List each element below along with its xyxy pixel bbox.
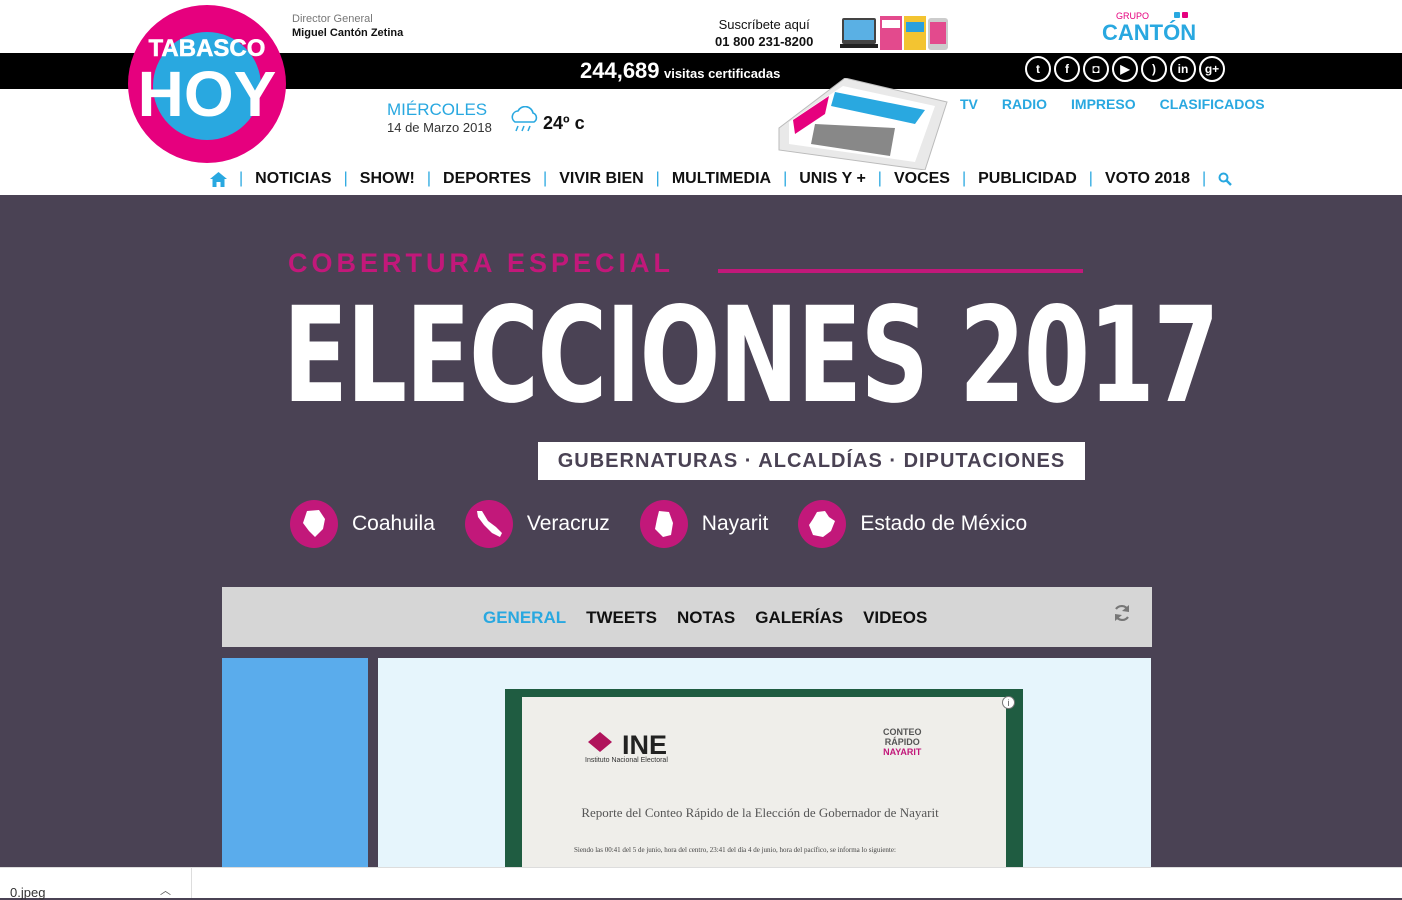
nav-publicidad[interactable]: PUBLICIDAD [978, 170, 1077, 188]
grupo-canton-logo[interactable]: GRUPO CANTÓN [1100, 10, 1250, 44]
nav-vivir-bien[interactable]: VIVIR BIEN [559, 170, 643, 188]
badge-line-2: RÁPIDO [884, 737, 920, 747]
search-icon[interactable] [1218, 172, 1233, 186]
facebook-icon[interactable]: f [1054, 56, 1080, 82]
radio-link[interactable]: RADIO [1002, 96, 1047, 112]
temperature: 24º c [543, 113, 585, 133]
tab-general[interactable]: GENERAL [483, 608, 566, 628]
nav-separator: | [783, 170, 788, 187]
nav-separator: | [239, 170, 244, 187]
nav-separator: | [343, 170, 348, 187]
subscribe-block[interactable]: Suscríbete aquí 01 800 231-8200 [715, 16, 813, 50]
director-block: Director General Miguel Cantón Zetina [292, 12, 403, 40]
kicker-rule [718, 269, 1083, 273]
printed-newspaper-image[interactable] [775, 78, 950, 170]
tab-tweets[interactable]: TWEETS [586, 608, 657, 628]
cloudy-rain-icon [511, 106, 538, 132]
google-plus-icon[interactable]: g+ [1199, 56, 1225, 82]
nav-separator: | [1088, 170, 1093, 187]
state-veracruz[interactable]: Veracruz [464, 500, 610, 548]
main-nav: | NOTICIAS | SHOW! | DEPORTES | VIVIR BI… [210, 170, 1233, 188]
info-icon[interactable]: i [1002, 696, 1015, 709]
linkedin-icon[interactable]: in [1170, 56, 1196, 82]
hero-subtitle: GUBERNATURAS · ALCALDÍAS · DIPUTACIONES [538, 442, 1085, 480]
hero-kicker: COBERTURA ESPECIAL [288, 248, 675, 278]
state-edomex[interactable]: Estado de México [798, 500, 1027, 548]
nav-deportes[interactable]: DEPORTES [443, 170, 531, 188]
date: 14 de Marzo 2018 [387, 120, 492, 135]
state-label[interactable]: Veracruz [527, 512, 610, 536]
document-image[interactable] [522, 697, 1006, 867]
document-heading: Reporte del Conteo Rápido de la Elección… [581, 805, 939, 820]
tab-list: GENERAL TWEETS NOTAS GALERÍAS VIDEOS [483, 608, 927, 628]
nav-separator: | [426, 170, 432, 187]
nav-noticias[interactable]: NOTICIAS [255, 170, 331, 188]
subscribe-phone[interactable]: 01 800 231-8200 [715, 33, 813, 50]
nav-unis[interactable]: UNIS Y + [799, 170, 866, 188]
conteo-rapido-badge: CONTEO RÁPIDO NAYARIT [883, 727, 922, 757]
nav-voces[interactable]: VOCES [894, 170, 950, 188]
clasificados-link[interactable]: CLASIFICADOS [1160, 96, 1265, 112]
coverage-tabs: GENERAL TWEETS NOTAS GALERÍAS VIDEOS [222, 587, 1152, 647]
ine-subtitle: Instituto Nacional Electoral [585, 757, 668, 764]
twitter-icon[interactable]: t [1025, 56, 1051, 82]
top-links: TV RADIO IMPRESO CLASIFICADOS [960, 96, 1265, 112]
download-bar: 0.jpeg ︿ [0, 867, 1402, 900]
download-item[interactable]: 0.jpeg ︿ [0, 868, 192, 900]
refresh-icon[interactable] [1112, 603, 1132, 623]
impreso-link[interactable]: IMPRESO [1071, 96, 1136, 112]
social-links: t f ◘ ▶ ) in g+ [1025, 56, 1225, 82]
tabasco-hoy-logo[interactable]: TABASCO HOY [125, 4, 289, 164]
content-sidebar-panel [222, 658, 368, 867]
chevron-up-icon[interactable]: ︿ [160, 882, 171, 898]
state-nayarit[interactable]: Nayarit [639, 500, 769, 548]
nav-show[interactable]: SHOW! [360, 170, 415, 188]
visits-counter: 244,689 visitas certificadas [580, 58, 780, 84]
nav-separator: | [877, 170, 882, 187]
estado-de-mexico-map-icon [798, 500, 847, 548]
badge-line-3: NAYARIT [883, 747, 922, 757]
home-icon[interactable] [210, 171, 227, 187]
tab-galerias[interactable]: GALERÍAS [755, 608, 843, 628]
nayarit-map-icon [639, 500, 688, 548]
logo-bottom-text: HOY [138, 58, 277, 130]
tab-videos[interactable]: VIDEOS [863, 608, 927, 628]
state-label[interactable]: Nayarit [702, 512, 769, 536]
state-coahuila[interactable]: Coahuila [290, 500, 435, 548]
nav-multimedia[interactable]: MULTIMEDIA [672, 170, 771, 188]
nav-separator: | [961, 170, 967, 187]
state-label[interactable]: Coahuila [352, 512, 435, 536]
coahuila-map-icon [290, 500, 338, 548]
weekday: MIÉRCOLES [387, 100, 488, 119]
nav-voto-2018[interactable]: VOTO 2018 [1105, 170, 1190, 188]
tv-link[interactable]: TV [960, 96, 978, 112]
document-body: Siendo las 00:41 del 5 de junio, hora de… [574, 846, 896, 854]
nav-separator: | [1202, 170, 1207, 187]
grupo-name-text: CANTÓN [1102, 20, 1196, 44]
ine-text: INE [622, 730, 668, 760]
director-name: Miguel Cantón Zetina [292, 27, 404, 39]
ine-emblem-icon [588, 732, 612, 752]
nav-separator: | [655, 170, 660, 187]
hero-title: ELECCIONES 2017 [283, 279, 1219, 433]
director-label: Director General [292, 13, 373, 25]
magazines-thumbnail[interactable] [840, 14, 952, 52]
download-filename[interactable]: 0.jpeg [10, 885, 45, 900]
state-label[interactable]: Estado de México [860, 512, 1027, 536]
badge-line-1: CONTEO [883, 727, 922, 737]
nav-separator: | [543, 170, 548, 187]
visits-label: visitas certificadas [663, 66, 781, 81]
visits-number: 244,689 [580, 58, 660, 83]
youtube-icon[interactable]: ▶ [1112, 56, 1138, 82]
rss-icon[interactable]: ) [1141, 56, 1167, 82]
veracruz-map-icon [464, 500, 513, 548]
state-list: Coahuila Veracruz Nayarit Estado de Méxi… [290, 500, 1027, 548]
subscribe-label[interactable]: Suscríbete aquí [715, 16, 813, 33]
instagram-icon[interactable]: ◘ [1083, 56, 1109, 82]
tab-notas[interactable]: NOTAS [677, 608, 735, 628]
